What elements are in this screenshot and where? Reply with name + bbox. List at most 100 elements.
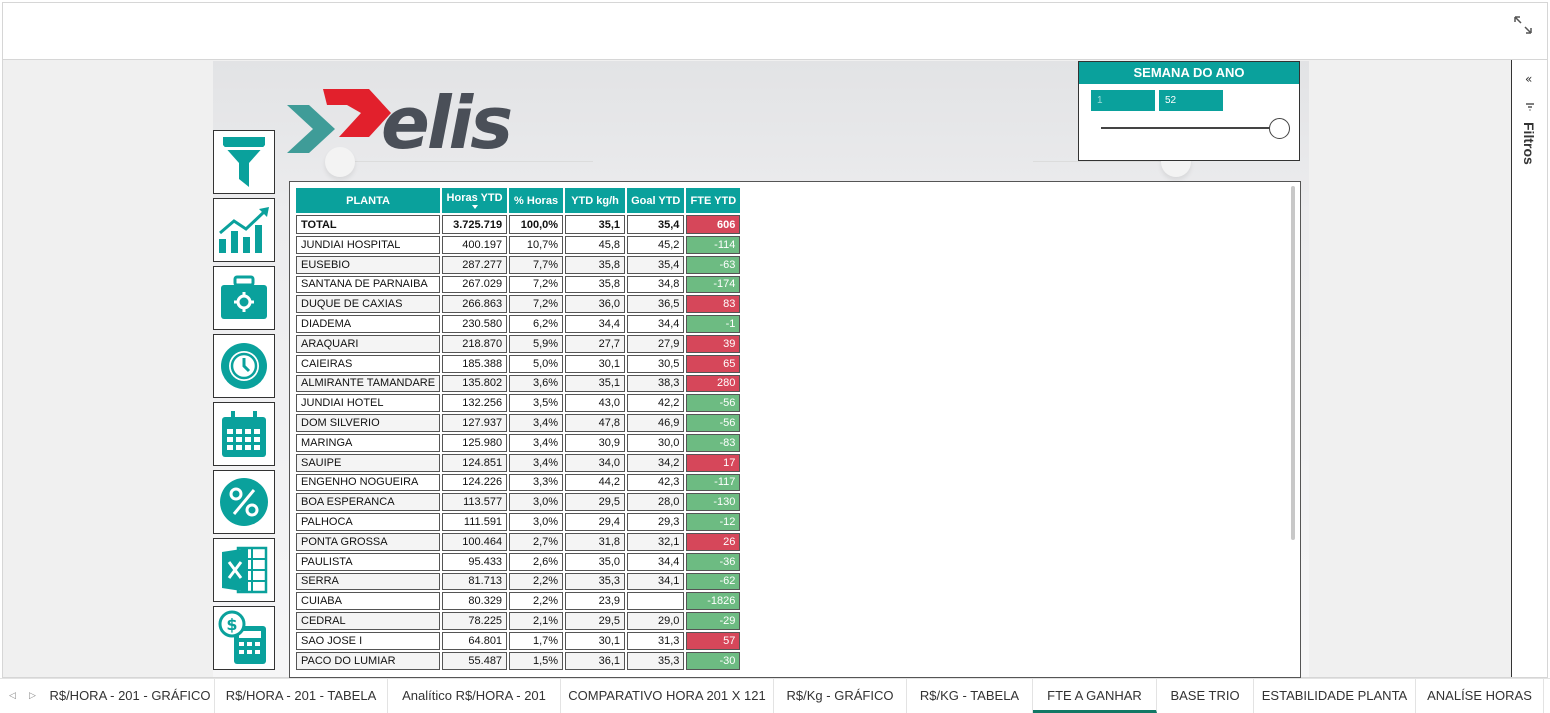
cell-horas: 95.433 <box>442 552 508 571</box>
vertical-scrollbar[interactable] <box>1291 186 1295 540</box>
tab-base-trio[interactable]: BASE TRIO <box>1157 679 1254 713</box>
cell-pct: 2,2% <box>509 572 564 591</box>
table-row[interactable]: MARINGA 125.980 3,4% 30,9 30,0 -83 <box>296 433 741 452</box>
table-row-total[interactable]: TOTAL 3.725.719 100,0% 35,1 35,4 606 <box>296 215 741 234</box>
table-row[interactable]: BOA ESPERANCA 113.577 3,0% 29,5 28,0 -130 <box>296 493 741 512</box>
cell-goal: 45,2 <box>627 236 685 254</box>
nav-filter-button[interactable] <box>213 130 275 194</box>
tab-r-kg-gr-fico[interactable]: R$/Kg - GRÁFICO <box>774 679 907 713</box>
filter-icon <box>223 137 265 187</box>
tab-estabilidade-planta[interactable]: ESTABILIDADE PLANTA <box>1254 679 1416 713</box>
tab-scroll-left-icon[interactable]: ◁ <box>9 690 16 701</box>
table-row[interactable]: SAUIPE 124.851 3,4% 34,0 34,2 17 <box>296 453 741 472</box>
cell-fte: -114 <box>686 236 741 254</box>
table-row[interactable]: DUQUE DE CAXIAS 266.863 7,2% 36,0 36,5 83 <box>296 295 741 314</box>
report-frame: elis $ SEMANA DO ANO 1 52 PLANTA Horas Y… <box>2 59 1548 678</box>
nav-percent-button[interactable] <box>213 470 275 534</box>
col-header-label: Horas YTD <box>446 192 503 204</box>
cell-pct: 3,4% <box>509 414 564 432</box>
page-tab-bar: ◁ ▷ R$/HORA - 201 - GRÁFICO R$/HORA - 201… <box>0 678 1550 713</box>
cell-ytd: 36,0 <box>565 295 626 314</box>
top-bar <box>2 2 1548 60</box>
table-row[interactable]: PONTA GROSSA 100.464 2,7% 31,8 32,1 26 <box>296 532 741 551</box>
col-header-fte-ytd[interactable]: FTE YTD <box>686 188 741 213</box>
table-row[interactable]: CEDRAL 78.225 2,1% 29,5 29,0 -29 <box>296 612 741 630</box>
cell-fte: -12 <box>686 513 741 531</box>
col-header-planta[interactable]: PLANTA <box>296 188 441 213</box>
table-row[interactable]: JUNDIAI HOSPITAL 400.197 10,7% 45,8 45,2 -114 <box>296 236 741 254</box>
cell-fte: -56 <box>686 394 741 413</box>
table-row[interactable]: PAULISTA 95.433 2,6% 35,0 34,4 -36 <box>296 552 741 571</box>
cell-ytd: 29,5 <box>565 493 626 512</box>
table-row[interactable]: EUSEBIO 287.277 7,7% 35,8 35,4 -63 <box>296 255 741 274</box>
nav-calculator-button[interactable]: $ <box>213 606 275 670</box>
nav-trend-button[interactable] <box>213 198 275 262</box>
cell-horas: 267.029 <box>442 275 508 294</box>
tab-fte-a-ganhar[interactable]: FTE A GANHAR <box>1033 679 1157 713</box>
cell-planta: EUSEBIO <box>296 255 441 274</box>
cell-pct: 2,7% <box>509 532 564 551</box>
tab-r-hora-201-gr-fico[interactable]: R$/HORA - 201 - GRÁFICO <box>46 679 215 713</box>
tab-r-hora-201-tabela[interactable]: R$/HORA - 201 - TABELA <box>215 679 388 713</box>
tab-scroll-right-icon[interactable]: ▷ <box>29 690 36 701</box>
cell-fte: -36 <box>686 552 741 571</box>
cell-fte: 26 <box>686 532 741 551</box>
table-row[interactable]: DIADEMA 230.580 6,2% 34,4 34,4 -1 <box>296 315 741 333</box>
cell-pct: 2,2% <box>509 592 564 611</box>
col-header-ytd-kgh[interactable]: YTD kg/h <box>565 188 626 213</box>
table-row[interactable]: PACO DO LUMIAR 55.487 1,5% 36,1 35,3 -30 <box>296 651 741 670</box>
col-header-pct-horas[interactable]: % Horas <box>509 188 564 213</box>
nav-timer-button[interactable] <box>213 334 275 398</box>
nav-calendar-button[interactable] <box>213 402 275 466</box>
table-row[interactable]: JUNDIAI HOTEL 132.256 3,5% 43,0 42,2 -56 <box>296 394 741 413</box>
cell-goal: 30,0 <box>627 433 685 452</box>
table-row[interactable]: CAIEIRAS 185.388 5,0% 30,1 30,5 65 <box>296 354 741 373</box>
cell-horas: 124.851 <box>442 453 508 472</box>
col-header-goal-ytd[interactable]: Goal YTD <box>627 188 685 213</box>
table-row[interactable]: SERRA 81.713 2,2% 35,3 34,1 -62 <box>296 572 741 591</box>
col-header-horas-ytd[interactable]: Horas YTD <box>442 188 508 213</box>
cell-ytd: 35,0 <box>565 552 626 571</box>
cell-horas: 218.870 <box>442 334 508 353</box>
table-row[interactable]: SANTANA DE PARNAIBA 267.029 7,2% 35,8 34,8 -1… <box>296 275 741 294</box>
table-row[interactable]: PALHOCA 111.591 3,0% 29,4 29,3 -12 <box>296 513 741 531</box>
tab-anal-tico-r-hora-201[interactable]: Analítico R$/HORA - 201 <box>388 679 561 713</box>
expand-icon[interactable] <box>1511 13 1535 37</box>
nav-toolbox-button[interactable] <box>213 266 275 330</box>
cell-goal: 28,0 <box>627 493 685 512</box>
table-row[interactable]: ENGENHO NOGUEIRA 124.226 3,3% 44,2 42,3 -117 <box>296 473 741 492</box>
cell-pct: 2,1% <box>509 612 564 630</box>
cell-planta: JUNDIAI HOTEL <box>296 394 441 413</box>
cell-planta: DOM SILVERIO <box>296 414 441 432</box>
table-row[interactable]: DOM SILVERIO 127.937 3,4% 47,8 46,9 -56 <box>296 414 741 432</box>
table-row[interactable]: SAO JOSE I 64.801 1,7% 30,1 31,3 57 <box>296 631 741 650</box>
nav-excel-button[interactable] <box>213 538 275 602</box>
filters-label[interactable]: Filtros <box>1521 122 1537 165</box>
cell-horas: 132.256 <box>442 394 508 413</box>
double-chevron-left-icon[interactable]: « <box>1525 72 1532 86</box>
cell-horas: 127.937 <box>442 414 508 432</box>
sort-desc-icon <box>471 205 478 209</box>
cell-planta: SERRA <box>296 572 441 591</box>
tab-r-kg-tabela[interactable]: R$/KG - TABELA <box>907 679 1033 713</box>
table-row[interactable]: ARAQUARI 218.870 5,9% 27,7 27,9 39 <box>296 334 741 353</box>
cell-ytd: 47,8 <box>565 414 626 432</box>
tab-anal-se-horas[interactable]: ANALÍSE HORAS <box>1416 679 1544 713</box>
cell-planta: ENGENHO NOGUEIRA <box>296 473 441 492</box>
cell-goal: 32,1 <box>627 532 685 551</box>
table-row[interactable]: CUIABA 80.329 2,2% 23,9 -1826 <box>296 592 741 611</box>
cell-planta: PONTA GROSSA <box>296 532 441 551</box>
cell-fte: 65 <box>686 354 741 373</box>
table-row[interactable]: ALMIRANTE TAMANDARE 135.802 3,6% 35,1 38,3 28… <box>296 374 741 393</box>
cell-goal: 34,4 <box>627 552 685 571</box>
cell-horas: 287.277 <box>442 255 508 274</box>
cell-horas: 78.225 <box>442 612 508 630</box>
cell-planta: TOTAL <box>296 215 441 234</box>
tab-comparativo-hora-201-x-121[interactable]: COMPARATIVO HORA 201 X 121 <box>561 679 774 713</box>
cell-horas: 135.802 <box>442 374 508 393</box>
slider-thumb[interactable] <box>1269 118 1290 139</box>
slicer-to-input[interactable]: 52 <box>1159 90 1223 111</box>
cell-horas: 400.197 <box>442 236 508 254</box>
slicer-from-input[interactable]: 1 <box>1091 90 1155 111</box>
slider-track[interactable] <box>1101 127 1281 129</box>
